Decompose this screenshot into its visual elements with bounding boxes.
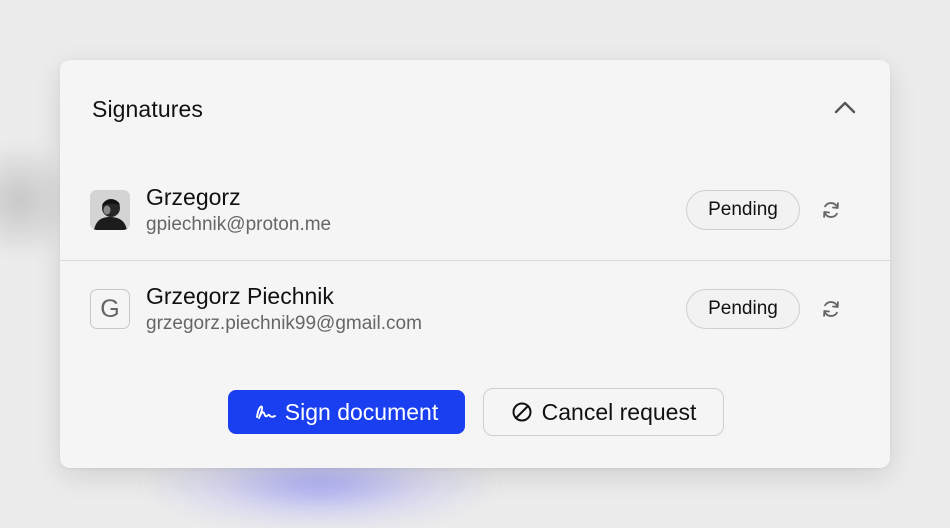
panel-header: Signatures	[60, 60, 890, 156]
resend-button[interactable]	[818, 296, 844, 322]
sign-document-button[interactable]: Sign document	[228, 390, 465, 434]
cancel-request-button[interactable]: Cancel request	[483, 388, 724, 436]
user-photo-icon	[90, 190, 130, 230]
sign-document-label: Sign document	[284, 398, 439, 425]
status-badge: Pending	[686, 289, 800, 329]
signatures-panel: Signatures Grzegorz gpiechnik@proton.me …	[60, 60, 890, 468]
refresh-icon	[823, 202, 839, 218]
cancel-circle-icon	[512, 402, 532, 422]
signer-name: Grzegorz Piechnik	[146, 283, 334, 309]
resend-button[interactable]	[818, 197, 844, 223]
panel-title: Signatures	[92, 96, 203, 122]
refresh-icon	[823, 301, 839, 317]
collapse-button[interactable]	[830, 92, 860, 122]
avatar	[90, 190, 130, 230]
signer-email: grzegorz.piechnik99@gmail.com	[146, 313, 422, 334]
signature-icon	[255, 405, 276, 419]
status-badge: Pending	[686, 190, 800, 230]
chevron-up-icon	[834, 101, 856, 114]
signer-row: Grzegorz gpiechnik@proton.me Pending	[60, 172, 890, 270]
signer-name: Grzegorz	[146, 184, 241, 210]
avatar-initial: G	[90, 289, 130, 329]
signer-email: gpiechnik@proton.me	[146, 214, 332, 235]
panel-actions: Sign document Cancel request	[60, 388, 890, 436]
signer-row: G Grzegorz Piechnik grzegorz.piechnik99@…	[60, 260, 890, 358]
cancel-request-label: Cancel request	[541, 398, 697, 425]
